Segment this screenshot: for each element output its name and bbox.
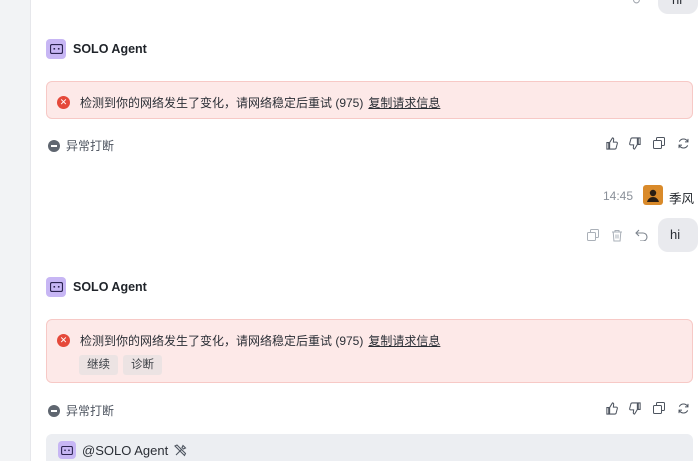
mention-text: @SOLO Agent <box>82 442 169 458</box>
thumbs-down-icon[interactable] <box>628 401 642 415</box>
copy-icon[interactable] <box>586 228 600 242</box>
diagnose-button[interactable]: 诊断 <box>123 355 162 375</box>
left-rail <box>0 0 31 461</box>
user-avatar <box>643 185 663 205</box>
user-message-text: hi <box>670 227 681 242</box>
previous-user-message: hi <box>658 0 698 14</box>
undo-icon[interactable] <box>634 228 648 242</box>
abort-status-2: 异常打断 <box>48 402 114 419</box>
refresh-icon[interactable] <box>676 401 690 415</box>
copy-request-info-link[interactable]: 复制请求信息 <box>368 94 440 111</box>
continue-button[interactable]: 继续 <box>79 355 118 375</box>
agent-robot-icon <box>58 441 76 459</box>
minus-circle-icon <box>48 139 60 152</box>
message-actions-2 <box>604 401 690 415</box>
agent-name: SOLO Agent <box>73 42 147 56</box>
thumbs-down-icon[interactable] <box>628 136 642 150</box>
thumbs-up-icon[interactable] <box>604 136 618 150</box>
agent-header-2: SOLO Agent <box>46 277 147 297</box>
error-icon: ✕ <box>57 96 70 109</box>
previous-user-message-text: hi <box>672 0 682 7</box>
error-icon: ✕ <box>57 334 70 347</box>
abort-label: 异常打断 <box>66 139 115 153</box>
message-tool-icon[interactable]: ↺ <box>632 0 644 7</box>
error-text: 检测到你的网络发生了变化，请网络稳定后重试 (975) <box>80 96 364 110</box>
minus-circle-icon <box>48 404 60 417</box>
thumbs-up-icon[interactable] <box>604 401 618 415</box>
agent-name: SOLO Agent <box>73 280 147 294</box>
error-message-1: ✕ 检测到你的网络发生了变化，请网络稳定后重试 (975) 复制请求信息 <box>46 81 693 119</box>
user-message-bubble: hi <box>658 218 698 252</box>
copy-icon[interactable] <box>652 401 666 415</box>
user-name: 季风 <box>669 192 695 206</box>
abort-label: 异常打断 <box>66 404 115 418</box>
user-message-tools <box>586 228 648 242</box>
agent-robot-icon <box>46 39 66 59</box>
agent-robot-icon <box>46 277 66 297</box>
message-actions-1 <box>604 136 690 150</box>
delete-icon[interactable] <box>610 228 624 242</box>
message-time: 14:45 <box>603 189 634 203</box>
error-message-2: ✕ 检测到你的网络发生了变化，请网络稳定后重试 (975) 复制请求信息 继续 … <box>46 319 693 383</box>
error-text: 检测到你的网络发生了变化，请网络稳定后重试 (975) <box>80 334 364 348</box>
agent-header-1: SOLO Agent <box>46 39 147 59</box>
copy-icon[interactable] <box>652 136 666 150</box>
agent-mention[interactable]: @SOLO Agent <box>58 441 187 459</box>
copy-request-info-link[interactable]: 复制请求信息 <box>368 332 440 349</box>
tools-icon[interactable] <box>174 443 187 457</box>
abort-status-1: 异常打断 <box>48 137 114 154</box>
refresh-icon[interactable] <box>676 136 690 150</box>
